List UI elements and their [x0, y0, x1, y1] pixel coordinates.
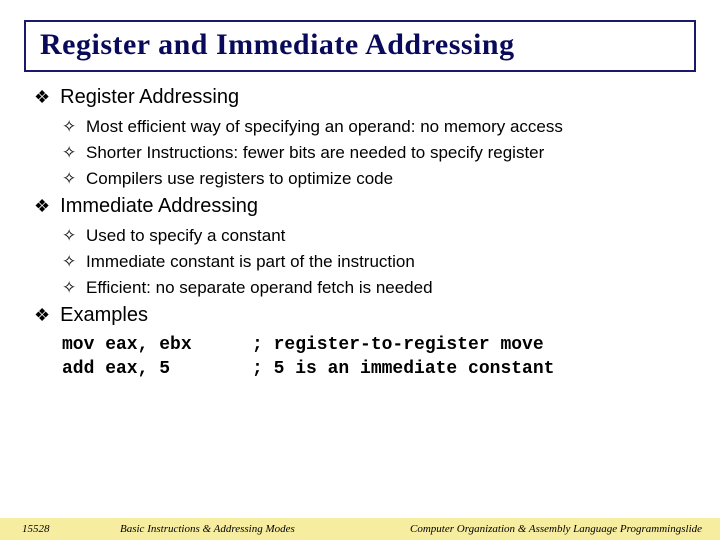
section-heading-examples: ❖ Examples: [34, 304, 686, 327]
heading-text: Register Addressing: [60, 86, 239, 109]
footer-right: Computer Organization & Assembly Languag…: [400, 523, 720, 535]
plus-icon: ✧: [62, 226, 76, 246]
heading-text: Examples: [60, 304, 148, 327]
diamond-icon: ❖: [34, 305, 50, 326]
code-instruction: mov eax, ebx: [62, 335, 252, 355]
item-text: Compilers use registers to optimize code: [86, 169, 393, 189]
item-text: Most efficient way of specifying an oper…: [86, 117, 563, 137]
item-text: Used to specify a constant: [86, 226, 285, 246]
list-item: ✧ Most efficient way of specifying an ope…: [62, 117, 686, 137]
code-instruction: add eax, 5: [62, 359, 252, 379]
code-row: add eax, 5 ; 5 is an immediate constant: [62, 359, 686, 379]
item-text: Shorter Instructions: fewer bits are nee…: [86, 143, 544, 163]
list-item: ✧ Used to specify a constant: [62, 226, 686, 246]
diamond-icon: ❖: [34, 87, 50, 108]
heading-text: Immediate Addressing: [60, 195, 258, 218]
page-title: Register and Immediate Addressing: [40, 28, 680, 62]
footer: 15528 Basic Instructions & Addressing Mo…: [0, 518, 720, 540]
code-row: mov eax, ebx ; register-to-register move: [62, 335, 686, 355]
footer-center: Basic Instructions & Addressing Modes: [120, 523, 400, 535]
code-comment: ; register-to-register move: [252, 335, 544, 355]
footer-left: 15528: [0, 523, 120, 535]
item-text: Efficient: no separate operand fetch is …: [86, 278, 433, 298]
plus-icon: ✧: [62, 278, 76, 298]
list-item: ✧ Immediate constant is part of the instr…: [62, 252, 686, 272]
diamond-icon: ❖: [34, 196, 50, 217]
list-item: ✧ Compilers use registers to optimize cod…: [62, 169, 686, 189]
plus-icon: ✧: [62, 143, 76, 163]
code-comment: ; 5 is an immediate constant: [252, 359, 554, 379]
plus-icon: ✧: [62, 117, 76, 137]
title-box: Register and Immediate Addressing: [24, 20, 696, 72]
content: ❖ Register Addressing ✧ Most efficient wa…: [0, 86, 720, 379]
list-item: ✧ Shorter Instructions: fewer bits are ne…: [62, 143, 686, 163]
section-heading-immediate: ❖ Immediate Addressing: [34, 195, 686, 218]
plus-icon: ✧: [62, 252, 76, 272]
section-heading-register: ❖ Register Addressing: [34, 86, 686, 109]
item-text: Immediate constant is part of the instru…: [86, 252, 415, 272]
list-item: ✧ Efficient: no separate operand fetch is…: [62, 278, 686, 298]
plus-icon: ✧: [62, 169, 76, 189]
